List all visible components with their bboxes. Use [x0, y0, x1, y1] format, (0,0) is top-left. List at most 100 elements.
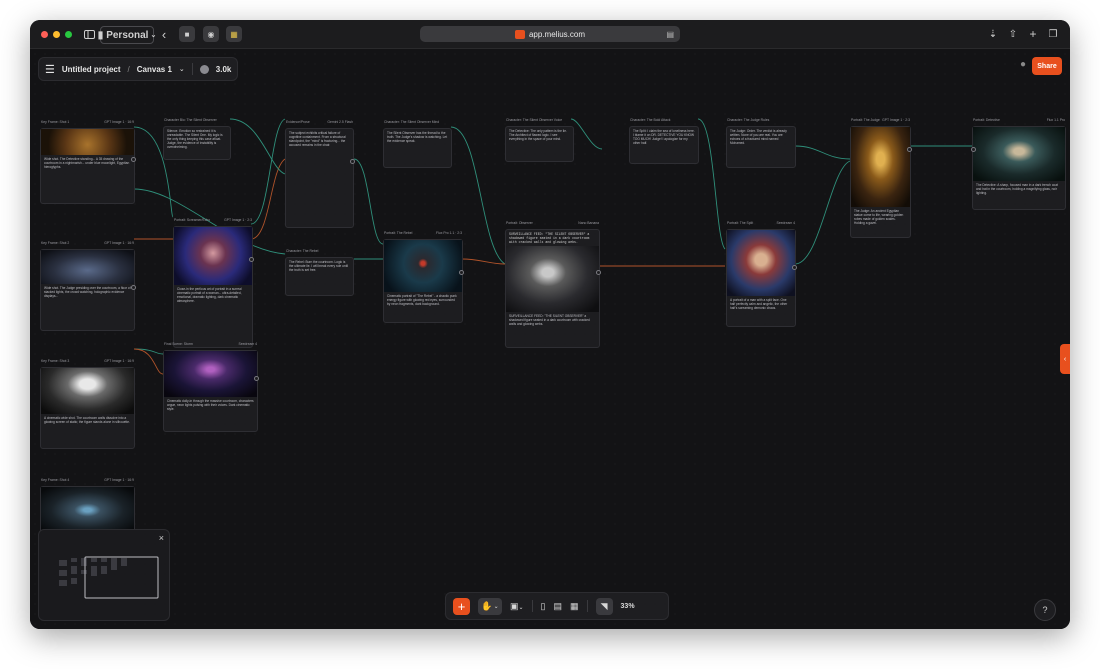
divider	[191, 63, 193, 75]
minimap-preview	[59, 556, 159, 599]
node-output-port[interactable]	[350, 159, 355, 164]
help-button[interactable]: ?	[1034, 599, 1056, 621]
chevron-down-icon[interactable]: ⌄	[179, 65, 185, 73]
node-output-port[interactable]	[907, 147, 912, 152]
node-portrait-rebel[interactable]: Portrait: The Rebel Flux Pro 1.1 · 2:3 Ci…	[383, 231, 464, 323]
node-portrait-judge[interactable]: Portrait: The Judge GPT Image 1 · 2:3 The…	[850, 118, 912, 238]
node-key-frame-shot-1[interactable]: Key Frame: Shot 1 GPT Image 1 · 16:9 Wide…	[40, 120, 136, 204]
project-name[interactable]: Untitled project	[62, 65, 121, 74]
node-input-port[interactable]	[971, 147, 976, 152]
node-model: Nano Banana	[578, 221, 599, 225]
node-title: Final Scene: Storm	[164, 342, 193, 346]
profile-selector[interactable]: ▮ Personal ⌄	[98, 26, 156, 44]
node-model: Seedream 4	[238, 342, 257, 346]
node-text: The Detective: The only pattern is the l…	[509, 129, 567, 141]
node-title: Character Bio: The Silent Observer	[164, 118, 217, 122]
add-node-button[interactable]: +	[453, 597, 470, 615]
sticky-note-icon[interactable]: ▣⌄	[510, 601, 524, 612]
back-icon[interactable]: ‹	[158, 26, 170, 42]
node-title: Key Frame: Shot 3	[41, 359, 70, 363]
breadcrumb-separator: /	[127, 64, 130, 74]
node-text: Close-in the perilous art of portrait in…	[177, 287, 242, 303]
zoom-level[interactable]: 33%	[621, 603, 635, 610]
tab-group-icon-2[interactable]: ◉	[203, 26, 219, 42]
node-title: Character: The Rebel	[286, 249, 319, 253]
node-text: Wide shot. The Judge presiding over the …	[44, 286, 131, 298]
hand-tool-button[interactable]: ✋ ⌄	[478, 597, 502, 615]
node-output-port[interactable]	[131, 285, 136, 290]
image-icon[interactable]: ▤	[554, 601, 563, 612]
node-silent-observer-voice[interactable]: Character: The Silent Observer Voice The…	[505, 118, 574, 162]
address-bar[interactable]: app.melius.com ▤	[420, 26, 680, 42]
node-title: Portrait: The Judge	[851, 118, 880, 122]
reader-icon[interactable]: ▤	[666, 30, 674, 39]
node-portrait-detective[interactable]: Portrait: Detective Flux 1.1 Pro The Dete…	[971, 118, 1066, 210]
project-header: ☰ Untitled project / Canvas 1 ⌄ 3.0k	[38, 57, 239, 81]
node-evidence-prose[interactable]: Evidence/Prose Gemini 2.5 Flash The subje…	[285, 120, 355, 228]
tab-group-icon-3[interactable]: ▦	[226, 26, 242, 42]
node-image	[174, 227, 252, 285]
minimap[interactable]: ×	[38, 529, 170, 621]
node-portrait-screamer[interactable]: Portrait: Screamer/Echo GPT Image 1 · 2:3…	[173, 218, 254, 348]
node-title: Key Frame: Shot 2	[41, 241, 70, 245]
node-text: The subject exhibits critical failure of…	[289, 131, 346, 147]
maximize-window-button[interactable]	[65, 31, 72, 38]
node-title: Portrait: Screamer/Echo	[174, 218, 211, 222]
menu-icon[interactable]: ☰	[45, 63, 55, 76]
node-portrait-observer[interactable]: Portrait: Observer Nano Banana SURVEILLAN…	[505, 221, 601, 348]
node-title: Portrait: The Split	[727, 221, 754, 225]
node-title: Evidence/Prose	[286, 120, 310, 124]
node-text: Silence. Emotion so restrained it is unr…	[167, 129, 223, 149]
node-title: Character: The Bold Attack	[630, 118, 671, 122]
share-button[interactable]: Share	[1032, 57, 1062, 75]
sidebar-toggle-icon[interactable]	[82, 26, 96, 42]
side-panel-toggle[interactable]: ‹	[1060, 344, 1070, 374]
node-output-port[interactable]	[249, 257, 254, 262]
node-key-frame-shot-3[interactable]: Key Frame: Shot 3 GPT Image 1 · 16:9 A ci…	[40, 359, 135, 449]
node-model: Flux 1.1 Pro	[1046, 118, 1065, 122]
layout-icon[interactable]: ▦	[570, 601, 579, 612]
node-output-port[interactable]	[792, 265, 797, 270]
canvas-name[interactable]: Canvas 1	[137, 65, 172, 74]
node-output-port[interactable]	[254, 376, 259, 381]
document-icon[interactable]: ▯	[541, 601, 546, 612]
node-text: Cinematic portrait of "The Rebel" - a ch…	[387, 294, 457, 306]
tab-overview-icon[interactable]: ❐	[1047, 26, 1059, 42]
node-title: Portrait: The Rebel	[384, 231, 413, 235]
node-character-split-voice[interactable]: Character: The Bold Attack The Split: I …	[629, 118, 699, 164]
node-output-port[interactable]	[131, 157, 136, 162]
bottom-toolbar: + ✋ ⌄ ▣⌄ ▯ ▤ ▦ ◥ 33%	[445, 592, 669, 620]
divider	[586, 600, 588, 612]
user-avatar-icon[interactable]: ●	[1020, 59, 1026, 70]
node-model: GPT Image 1 · 2:3	[882, 118, 910, 122]
node-model: GPT Image 1 · 16:9	[104, 241, 134, 245]
node-image	[41, 368, 134, 414]
new-tab-icon[interactable]: +	[1027, 26, 1039, 42]
node-model: GPT Image 1 · 16:9	[104, 359, 134, 363]
node-image	[41, 487, 134, 533]
node-title: Character: The Silent Observer Mind	[384, 120, 440, 124]
node-text: The Rebel: Burn the courtroom. Logic is …	[289, 260, 348, 272]
node-output-port[interactable]	[596, 270, 601, 275]
credits-icon	[199, 64, 209, 74]
download-icon[interactable]: ⇣	[987, 26, 999, 42]
node-character-rebel[interactable]: Character: The Rebel The Rebel: Burn the…	[285, 249, 354, 296]
node-title: Portrait: Observer	[506, 221, 533, 225]
workflow-canvas[interactable]: ☰ Untitled project / Canvas 1 ⌄ 3.0k ● S…	[30, 49, 1070, 629]
node-key-frame-shot-2[interactable]: Key Frame: Shot 2 GPT Image 1 · 16:9 Wide…	[40, 241, 136, 331]
tab-group-icon-1[interactable]: ■	[179, 26, 195, 42]
close-window-button[interactable]	[41, 31, 48, 38]
node-text: Cinematic dolly-in through the massive c…	[167, 399, 254, 411]
node-image	[506, 246, 599, 312]
node-image	[973, 127, 1065, 181]
node-character-bio[interactable]: Character Bio: The Silent Observer Silen…	[163, 118, 231, 160]
node-silent-observer-mind[interactable]: Character: The Silent Observer Mind The …	[383, 120, 452, 168]
share-page-icon[interactable]: ⇧	[1007, 26, 1019, 42]
node-character-judge[interactable]: Character: The Judge Rules The Judge: Or…	[726, 118, 796, 168]
node-output-port[interactable]	[459, 270, 464, 275]
node-title: Portrait: Detective	[973, 118, 1000, 122]
minimize-window-button[interactable]	[53, 31, 60, 38]
map-icon[interactable]: ◥	[595, 597, 613, 615]
node-portrait-split[interactable]: Portrait: The Split Seedream 4 A portrait…	[726, 221, 797, 327]
node-final-scene[interactable]: Final Scene: Storm Seedream 4 Cinematic d…	[163, 342, 259, 432]
